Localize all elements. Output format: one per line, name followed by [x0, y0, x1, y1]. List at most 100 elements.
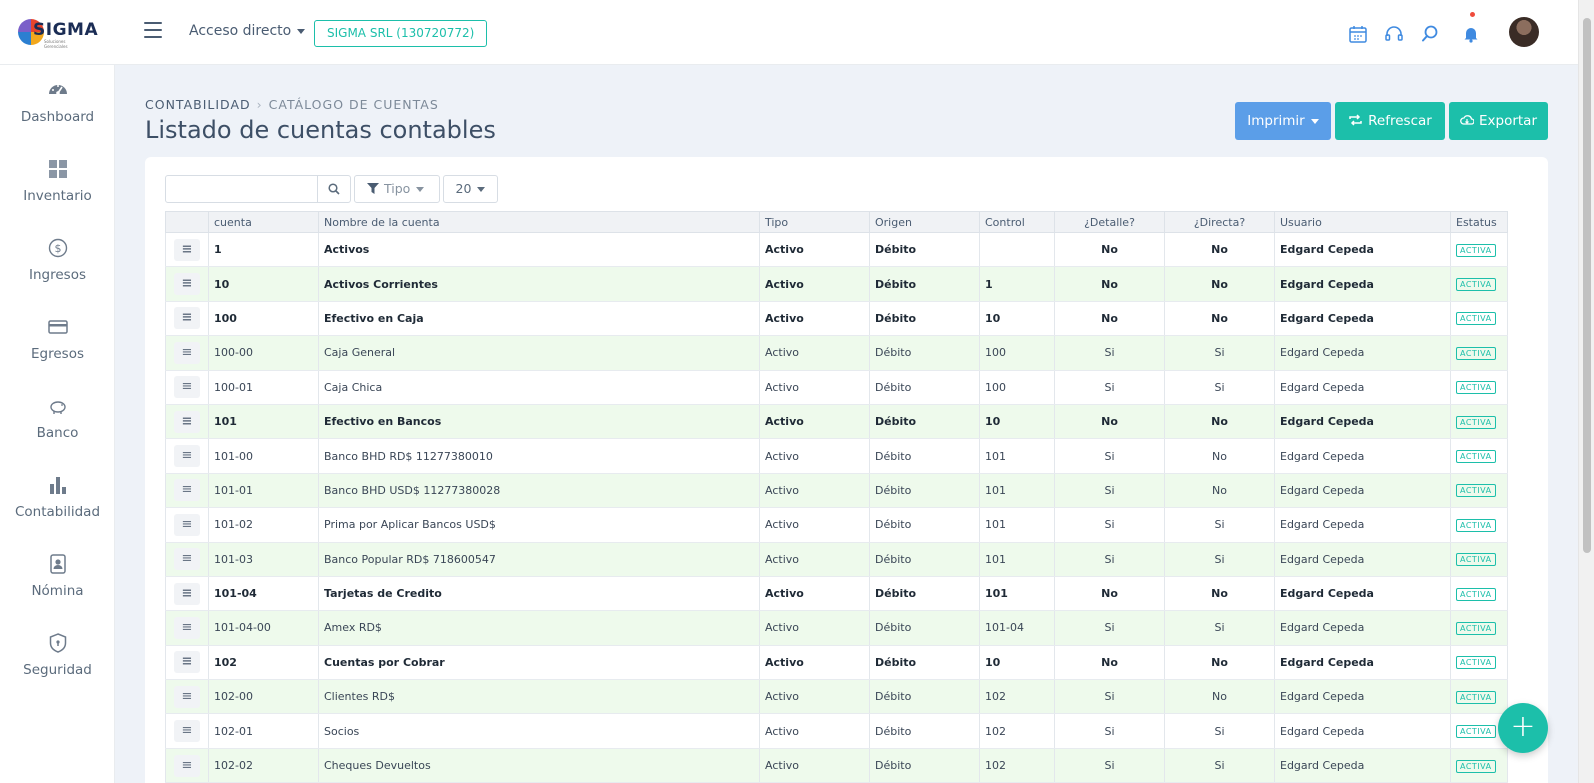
breadcrumb-root[interactable]: CONTABILIDAD	[145, 97, 251, 112]
sidebar-item-label: Inventario	[23, 188, 92, 204]
bell-icon[interactable]	[1461, 24, 1481, 44]
cell-tipo: Activo	[759, 576, 870, 612]
scrollbar-thumb[interactable]	[1583, 18, 1591, 553]
calendar-icon[interactable]	[1348, 24, 1368, 44]
sidebar-item-contabilidad[interactable]: Contabilidad	[0, 475, 115, 545]
logo[interactable]: SIGMA Soluciones Gerenciales	[18, 17, 98, 49]
table-row[interactable]: ≡ 100 Efectivo en Caja Activo Débito 10 No No Ed…	[165, 301, 1508, 337]
table-row[interactable]: ≡ 102-00 Clientes RD$ Activo Débito 102 Si No Ed…	[165, 679, 1508, 715]
row-menu-icon[interactable]: ≡	[174, 616, 200, 639]
page-scrollbar[interactable]	[1578, 0, 1594, 783]
cell-control	[979, 232, 1055, 268]
column-header-usuario[interactable]: Usuario	[1274, 211, 1451, 233]
status-badge: ACTIVA	[1456, 553, 1496, 567]
table-row[interactable]: ≡ 102-02 Cheques Devueltos Activo Débito 102 S…	[165, 748, 1508, 783]
cell-usuario: Edgard Cepeda	[1274, 301, 1451, 337]
row-menu-icon[interactable]: ≡	[174, 651, 200, 674]
cell-cuenta: 10	[208, 266, 319, 302]
table-row[interactable]: ≡ 100-00 Caja General Activo Débito 100 Si Si Ed…	[165, 335, 1508, 371]
cell-control: 101	[979, 507, 1055, 543]
refresh-button[interactable]: Refrescar	[1335, 102, 1445, 140]
row-menu-icon[interactable]: ≡	[174, 720, 200, 743]
status-badge: ACTIVA	[1456, 243, 1496, 257]
row-menu-icon[interactable]: ≡	[174, 273, 200, 296]
cell-control: 102	[979, 679, 1055, 715]
table-row[interactable]: ≡ 101-01 Banco BHD USD$ 11277380028 Activo D…	[165, 473, 1508, 509]
grid-icon	[48, 160, 67, 178]
cell-cuenta: 100-00	[208, 335, 319, 371]
table-row[interactable]: ≡ 102-01 Socios Activo Débito 102 Si Si Edgard C…	[165, 713, 1508, 749]
table-row[interactable]: ≡ 101 Efectivo en Bancos Activo Débito 10 No No…	[165, 404, 1508, 440]
sidebar-item-seguridad[interactable]: Seguridad	[0, 633, 115, 703]
cell-usuario: Edgard Cepeda	[1274, 266, 1451, 302]
status-badge: ACTIVA	[1456, 656, 1496, 670]
cell-tipo: Activo	[759, 679, 870, 715]
row-menu-icon[interactable]: ≡	[174, 341, 200, 364]
row-menu-icon[interactable]: ≡	[174, 582, 200, 605]
row-menu-icon[interactable]: ≡	[174, 307, 200, 330]
row-menu-icon[interactable]: ≡	[174, 238, 200, 261]
search-button[interactable]	[317, 175, 351, 203]
table-row[interactable]: ≡ 101-04-00 Amex RD$ Activo Débito 101-04 Si Si…	[165, 610, 1508, 646]
print-button[interactable]: Imprimir	[1235, 102, 1331, 140]
cell-directa: Si	[1164, 542, 1275, 577]
cell-directa: No	[1164, 438, 1275, 474]
table-row[interactable]: ≡ 101-02 Prima por Aplicar Bancos USD$ Acti…	[165, 507, 1508, 543]
sidebar-item-dashboard[interactable]: Dashboard	[0, 80, 115, 150]
filter-icon	[367, 183, 379, 194]
acceso-directo-dropdown[interactable]: Acceso directo	[189, 23, 306, 39]
status-badge: ACTIVA	[1456, 312, 1496, 326]
row-menu-icon[interactable]: ≡	[174, 479, 200, 502]
table-row[interactable]: ≡ 102 Cuentas por Cobrar Activo Débito 10 No No…	[165, 645, 1508, 681]
hamburger-menu-icon[interactable]	[144, 22, 162, 38]
logo-subtext: Soluciones Gerenciales	[44, 39, 68, 49]
row-menu-icon[interactable]: ≡	[174, 410, 200, 433]
avatar[interactable]	[1509, 17, 1539, 47]
column-header-origen[interactable]: Origen	[869, 211, 980, 233]
row-menu-icon[interactable]: ≡	[174, 685, 200, 708]
table-row[interactable]: ≡ 1 Activos Activo Débito No No Edgard Cepeda AC…	[165, 232, 1508, 268]
cell-detalle: Si	[1054, 507, 1165, 543]
row-menu-icon[interactable]: ≡	[174, 548, 200, 571]
tipo-filter-dropdown[interactable]: Tipo	[354, 175, 440, 203]
page-size-dropdown[interactable]: 20	[443, 175, 498, 203]
page-size-value: 20	[455, 181, 472, 196]
search-input[interactable]	[165, 175, 318, 203]
add-account-button[interactable]: +	[1498, 703, 1548, 753]
sidebar-item-nomina[interactable]: Nómina	[0, 554, 115, 624]
cell-control: 101	[979, 542, 1055, 577]
row-menu-icon[interactable]: ≡	[174, 445, 200, 468]
cell-directa: No	[1164, 232, 1275, 268]
row-menu-icon[interactable]: ≡	[174, 754, 200, 777]
table-row[interactable]: ≡ 10 Activos Corrientes Activo Débito 1 No No Ed…	[165, 266, 1508, 302]
print-button-label: Imprimir	[1247, 113, 1305, 129]
cell-detalle: Si	[1054, 438, 1165, 474]
row-menu-icon[interactable]: ≡	[174, 376, 200, 399]
cell-nombre: Activos	[318, 232, 760, 268]
column-header-tipo[interactable]: Tipo	[759, 211, 870, 233]
sidebar-item-banco[interactable]: Banco	[0, 396, 115, 466]
status-badge: ACTIVA	[1456, 278, 1496, 292]
search-icon[interactable]	[1420, 24, 1440, 44]
row-menu-icon[interactable]: ≡	[174, 513, 200, 536]
export-button[interactable]: Exportar	[1449, 102, 1548, 140]
headset-icon[interactable]	[1384, 24, 1404, 44]
sidebar-item-ingresos[interactable]: $ Ingresos	[0, 238, 115, 308]
company-selector-button[interactable]: SIGMA SRL (130720772)	[314, 20, 488, 47]
column-header-nombre[interactable]: Nombre de la cuenta	[318, 211, 760, 233]
sidebar-item-inventario[interactable]: Inventario	[0, 159, 115, 229]
column-header-estatus[interactable]: Estatus	[1450, 211, 1508, 233]
column-header-detalle[interactable]: ¿Detalle?	[1054, 211, 1165, 233]
status-badge: ACTIVA	[1456, 381, 1496, 395]
page-title: Listado de cuentas contables	[145, 116, 496, 144]
table-row[interactable]: ≡ 101-00 Banco BHD RD$ 11277380010 Activo Dé…	[165, 438, 1508, 474]
sidebar-item-egresos[interactable]: Egresos	[0, 317, 115, 387]
table-row[interactable]: ≡ 101-03 Banco Popular RD$ 718600547 Activo…	[165, 542, 1508, 577]
column-header-control[interactable]: Control	[979, 211, 1055, 233]
id-badge-icon	[49, 554, 66, 574]
table-row[interactable]: ≡ 100-01 Caja Chica Activo Débito 100 Si Si Edga…	[165, 370, 1508, 405]
column-header-cuenta[interactable]: cuenta	[208, 211, 319, 233]
column-header-directa[interactable]: ¿Directa?	[1164, 211, 1275, 233]
table-row[interactable]: ≡ 101-04 Tarjetas de Credito Activo Débito 10…	[165, 576, 1508, 612]
status-badge: ACTIVA	[1456, 450, 1496, 464]
